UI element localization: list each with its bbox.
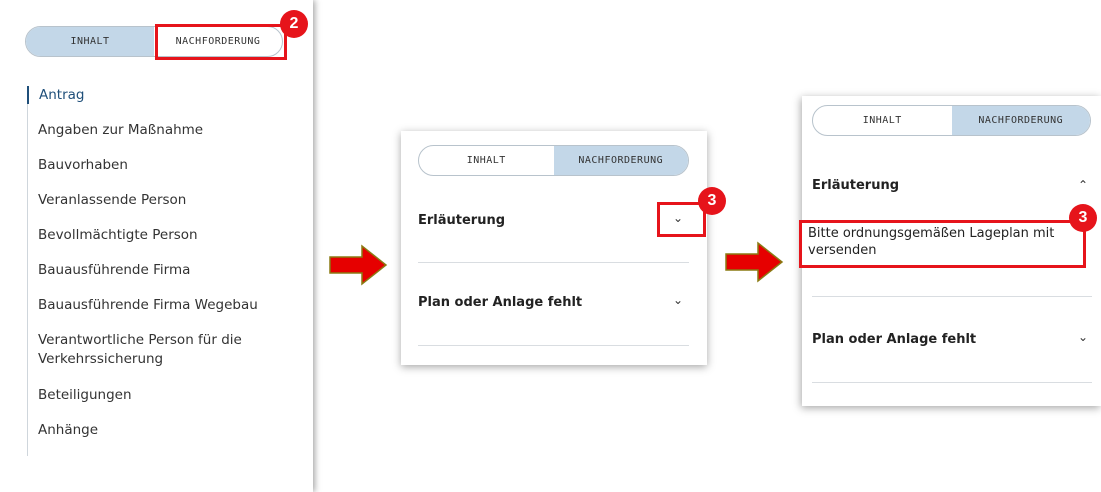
nav-item-bevollmaechtigte-person[interactable]: Bevollmächtigte Person xyxy=(28,226,297,244)
nav-item-beteiligungen[interactable]: Beteiligungen xyxy=(28,386,297,404)
chevron-down-icon[interactable]: ⌄ xyxy=(1078,330,1088,344)
tab-inhalt[interactable]: INHALT xyxy=(26,27,154,56)
view-toggle: INHALT NACHFORDERUNG xyxy=(812,105,1091,136)
tab-nachforderung[interactable]: NACHFORDERUNG xyxy=(951,106,1090,135)
section-nav: Antrag Angaben zur Maßnahme Bauvorhaben … xyxy=(27,86,297,456)
nav-item-antrag[interactable]: Antrag xyxy=(27,86,297,104)
nav-item-angaben-massnahme[interactable]: Angaben zur Maßnahme xyxy=(28,121,297,139)
tab-inhalt[interactable]: INHALT xyxy=(813,106,952,135)
chevron-down-icon[interactable]: ⌄ xyxy=(673,293,683,307)
nav-panel: INHALT NACHFORDERUNG Antrag Angaben zur … xyxy=(0,0,313,492)
step-badge: 2 xyxy=(280,10,308,38)
step-badge: 3 xyxy=(1069,204,1097,232)
divider xyxy=(812,296,1092,297)
chevron-up-icon[interactable]: ⌃ xyxy=(1078,178,1088,192)
requests-panel-collapsed: INHALT NACHFORDERUNG Erläuterung ⌄ Plan … xyxy=(401,131,707,365)
nav-item-verantwortliche-person[interactable]: Verantwortliche Person für die Verkehrss… xyxy=(28,331,297,369)
nav-item-bauausfuehrende-firma-wegebau[interactable]: Bauausführende Firma Wegebau xyxy=(28,296,297,314)
accordion-title-erlaeuterung[interactable]: Erläuterung xyxy=(812,178,899,193)
nav-item-anhaenge[interactable]: Anhänge xyxy=(28,421,297,439)
step-badge: 3 xyxy=(698,187,726,215)
highlight-body-text xyxy=(799,220,1086,268)
accordion-title-erlaeuterung[interactable]: Erläuterung xyxy=(418,213,505,228)
view-toggle: INHALT NACHFORDERUNG xyxy=(418,145,689,176)
tab-inhalt[interactable]: INHALT xyxy=(419,146,554,175)
divider xyxy=(418,345,689,346)
arrow-right-icon xyxy=(725,241,784,283)
arrow-right-icon xyxy=(329,244,388,286)
accordion-title-plan-fehlt[interactable]: Plan oder Anlage fehlt xyxy=(812,332,976,347)
nav-item-bauvorhaben[interactable]: Bauvorhaben xyxy=(28,156,297,174)
divider xyxy=(812,382,1092,383)
accordion-title-plan-fehlt[interactable]: Plan oder Anlage fehlt xyxy=(418,295,582,310)
tab-nachforderung[interactable]: NACHFORDERUNG xyxy=(553,146,688,175)
nav-item-veranlassende-person[interactable]: Veranlassende Person xyxy=(28,191,297,209)
highlight-nachforderung-tab xyxy=(155,24,287,60)
nav-item-bauausfuehrende-firma[interactable]: Bauausführende Firma xyxy=(28,261,297,279)
divider xyxy=(418,262,689,263)
